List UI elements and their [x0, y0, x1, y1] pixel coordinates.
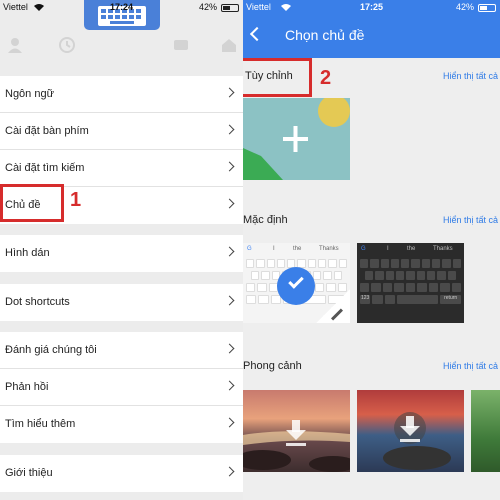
- menu-item-keyboard-settings[interactable]: Cài đặt bàn phím: [0, 113, 243, 150]
- menu-item-label: Tìm hiểu thêm: [5, 418, 76, 430]
- settings-panel: Viettel 17:24 42% Ngôn ngữ Cài đặt bàn p…: [0, 0, 243, 500]
- check-icon: [277, 267, 315, 305]
- chevron-right-icon: [224, 87, 235, 98]
- chevron-right-icon: [224, 198, 235, 209]
- clock-label: 17:25: [359, 2, 384, 12]
- app-bar: Viettel 17:25 42% Chọn chủ đề: [243, 0, 500, 58]
- person-icon[interactable]: [6, 36, 24, 54]
- wifi-icon: [281, 4, 291, 11]
- menu-item-stickers[interactable]: Hình dán: [0, 235, 243, 272]
- custom-theme-add-tile[interactable]: [243, 98, 350, 180]
- download-icon: [243, 420, 350, 472]
- clock-label: 17:24: [109, 2, 134, 12]
- section-title-default: Mặc định: [243, 214, 288, 226]
- plus-icon: [243, 98, 350, 180]
- menu-item-rate-us[interactable]: Đánh giá chúng tôi: [0, 332, 243, 369]
- battery-icon: [221, 4, 239, 12]
- suggestion-3: Thanks: [319, 246, 339, 252]
- pencil-icon: [330, 308, 344, 321]
- home-icon[interactable]: [220, 36, 238, 54]
- menu-item-feedback[interactable]: Phản hồi: [0, 369, 243, 406]
- annotation-box-1: [0, 184, 64, 222]
- chevron-right-icon: [224, 380, 235, 391]
- see-all-default-link[interactable]: Hiển thị tất cả: [443, 215, 498, 225]
- menu-item-label: Hình dán: [5, 247, 50, 259]
- annotation-number-2: 2: [320, 67, 332, 89]
- carrier-label: Viettel: [246, 2, 271, 12]
- chevron-right-icon: [224, 295, 235, 306]
- theme-landscape-field-thumbnail[interactable]: [471, 390, 500, 472]
- key-123: 123: [360, 295, 371, 304]
- suggestion-3: Thanks: [433, 246, 453, 252]
- chevron-right-icon: [224, 417, 235, 428]
- section-title-landscape: Phong cảnh: [243, 360, 302, 372]
- menu-item-label: Ngôn ngữ: [5, 88, 54, 100]
- menu-group-shortcuts: Dot shortcuts: [0, 284, 243, 321]
- menu-item-label: Cài đặt bàn phím: [5, 125, 89, 137]
- battery-label: 42%: [455, 2, 474, 12]
- status-bar: Viettel 17:24 42%: [0, 0, 243, 16]
- menu-item-label: Dot shortcuts: [5, 296, 70, 308]
- back-arrow-icon[interactable]: [249, 26, 265, 42]
- clock-icon[interactable]: [58, 36, 76, 54]
- menu-item-language[interactable]: Ngôn ngữ: [0, 76, 243, 113]
- battery-label: 42%: [198, 2, 217, 12]
- suggestion-2: the: [407, 246, 416, 252]
- theme-landscape-coast-thumbnail[interactable]: [357, 390, 464, 472]
- menu-item-label: Giới thiệu: [5, 467, 53, 479]
- menu-group-feedback: Đánh giá chúng tôi Phản hồi Tìm hiểu thê…: [0, 332, 243, 443]
- annotation-number-1: 1: [70, 189, 82, 211]
- menu-group-about: Giới thiệu: [0, 455, 243, 492]
- theme-dark-thumbnail[interactable]: G Ithe Thanks 123 return: [357, 243, 464, 323]
- theme-picker-panel: Viettel 17:25 42% Chọn chủ đề Tùy chỉnh …: [243, 0, 500, 500]
- suggestion-bar: G Ithe Thanks: [247, 246, 339, 252]
- theme-light-thumbnail[interactable]: G Ithe Thanks: [243, 243, 350, 323]
- suggestion-1: I: [273, 246, 275, 252]
- see-all-custom-link[interactable]: Hiển thị tất cả: [443, 71, 498, 81]
- carrier-label: Viettel: [3, 2, 28, 12]
- menu-item-about[interactable]: Giới thiệu: [0, 455, 243, 492]
- menu-item-search-settings[interactable]: Cài đặt tìm kiếm: [0, 150, 243, 187]
- status-bar: Viettel 17:25 42%: [243, 0, 500, 16]
- menu-group-stickers: Hình dán: [0, 235, 243, 272]
- chevron-right-icon: [224, 466, 235, 477]
- edit-corner[interactable]: [316, 289, 350, 323]
- keys-area: 123 return: [360, 259, 461, 307]
- key-return: return: [440, 295, 461, 304]
- screenshot-root: Viettel 17:24 42% Ngôn ngữ Cài đặt bàn p…: [0, 0, 500, 500]
- battery-icon: [478, 4, 496, 12]
- theme-landscape-beach-thumbnail[interactable]: [243, 390, 350, 472]
- download-icon: [383, 412, 451, 470]
- ticket-icon[interactable]: [172, 36, 190, 54]
- chevron-right-icon: [224, 246, 235, 257]
- see-all-landscape-link[interactable]: Hiển thị tất cả: [443, 361, 498, 371]
- suggestion-bar: G Ithe Thanks: [361, 246, 453, 252]
- wifi-icon: [34, 4, 44, 11]
- chevron-right-icon: [224, 343, 235, 354]
- menu-item-learn-more[interactable]: Tìm hiểu thêm: [0, 406, 243, 443]
- chevron-right-icon: [224, 124, 235, 135]
- menu-item-label: Đánh giá chúng tôi: [5, 344, 97, 356]
- suggestion-2: the: [293, 246, 302, 252]
- chevron-right-icon: [224, 161, 235, 172]
- suggestion-1: I: [387, 246, 389, 252]
- page-title: Chọn chủ đề: [285, 27, 365, 43]
- menu-item-label: Phản hồi: [5, 381, 49, 393]
- menu-item-dot-shortcuts[interactable]: Dot shortcuts: [0, 284, 243, 321]
- menu-item-label: Cài đặt tìm kiếm: [5, 162, 85, 174]
- annotation-box-2: [243, 58, 312, 97]
